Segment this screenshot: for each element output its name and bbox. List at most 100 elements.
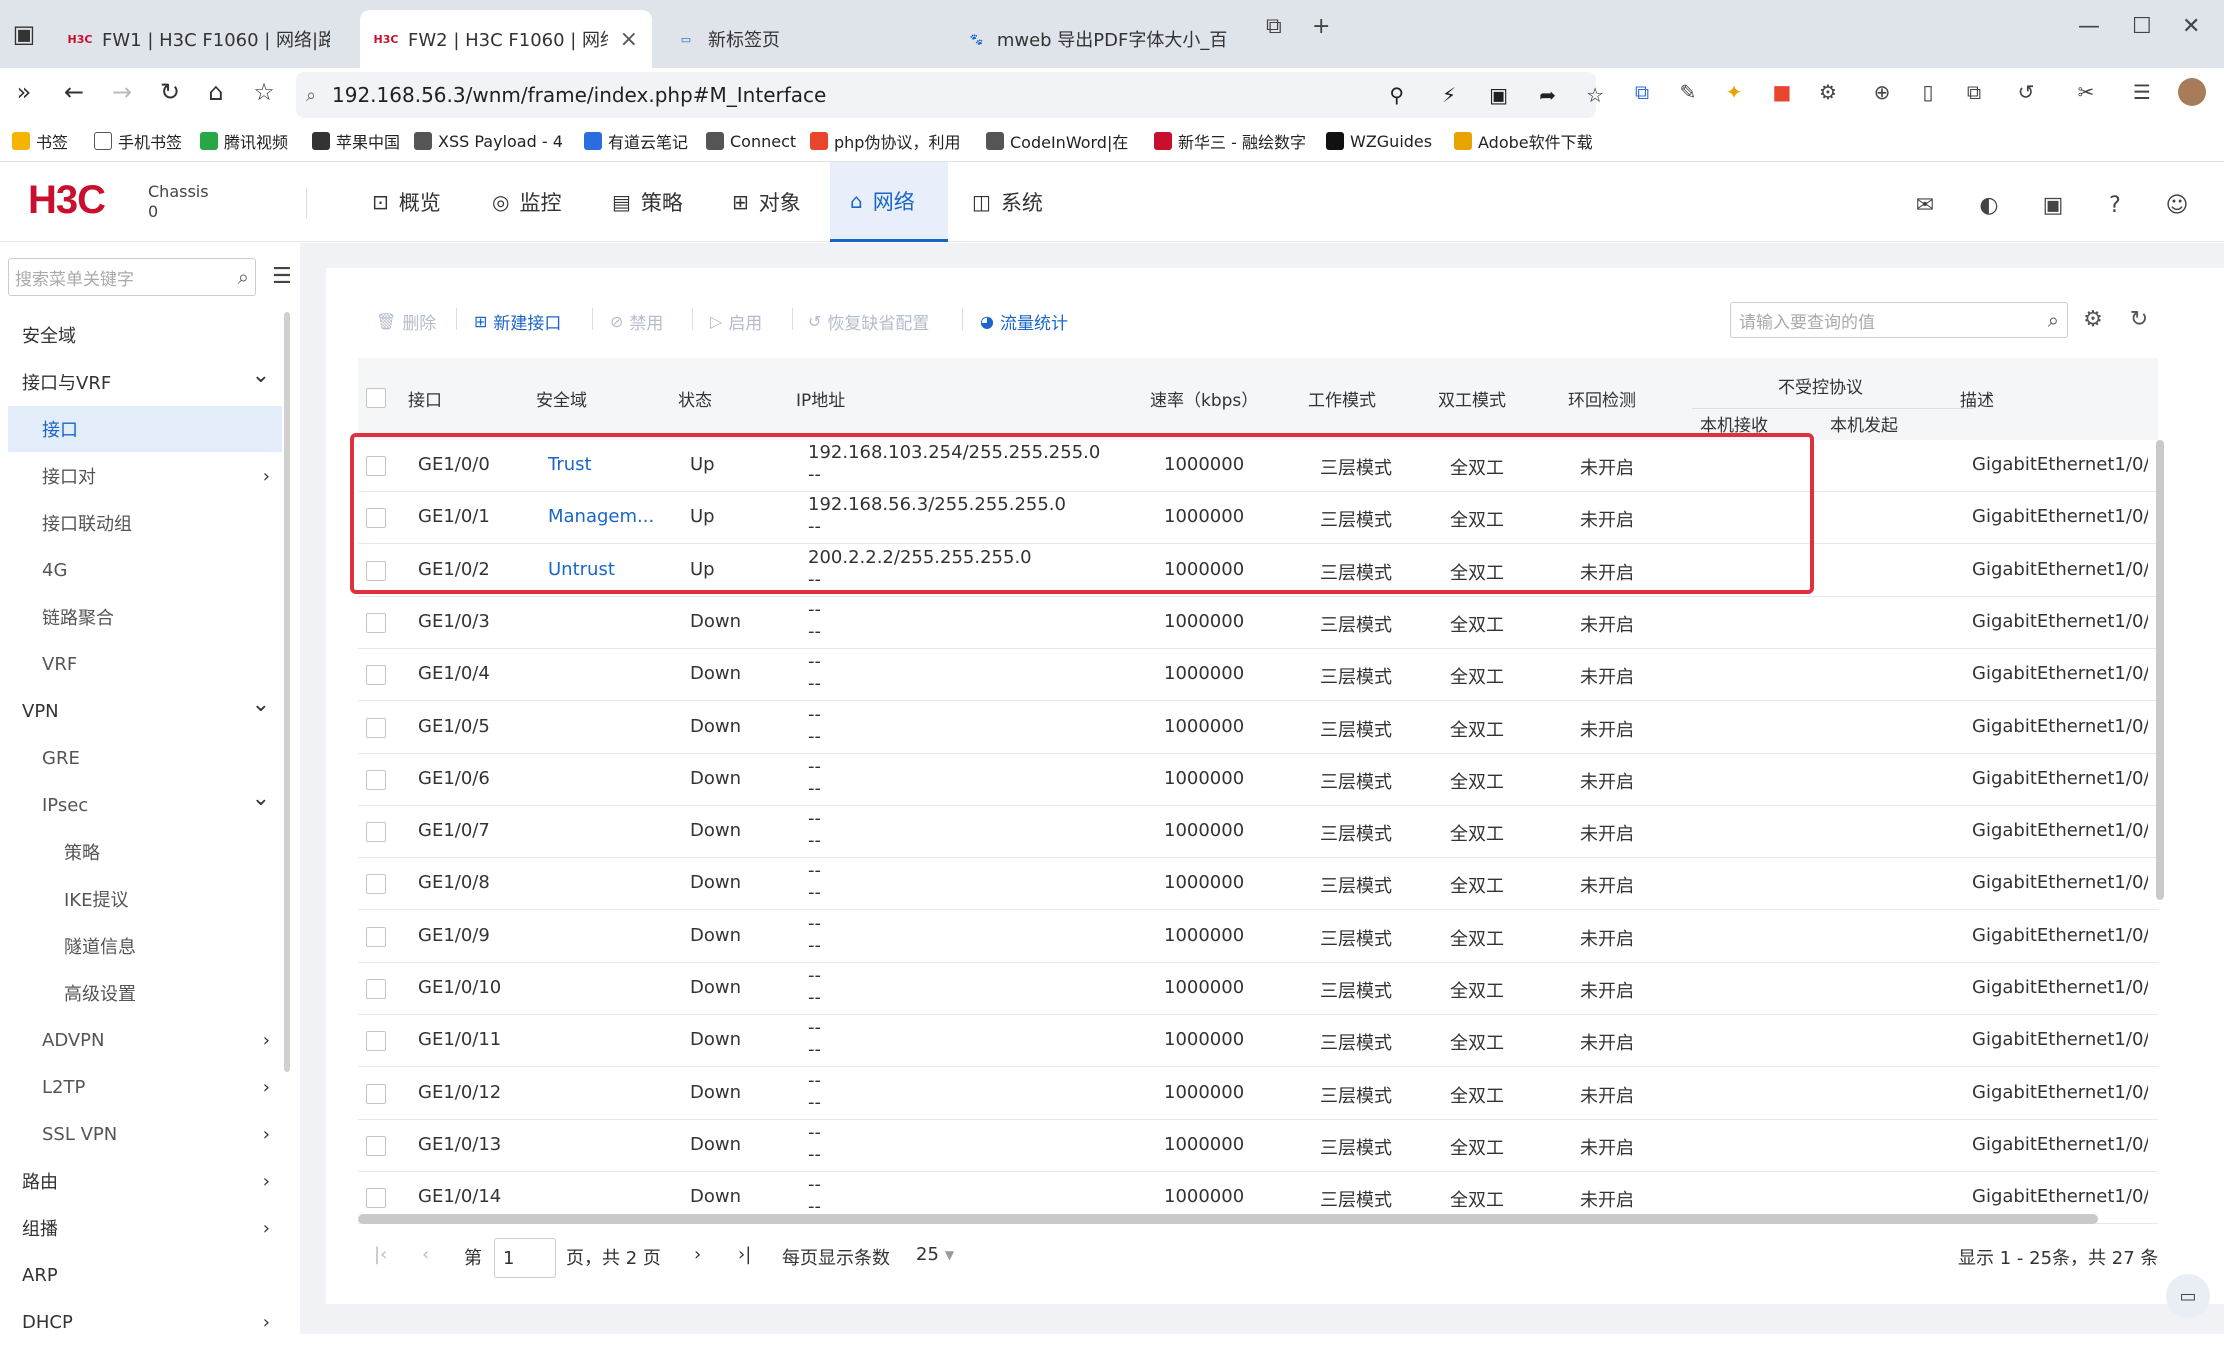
favorite-star-icon[interactable]: ☆ (244, 72, 284, 112)
pdf-icon[interactable]: ■ (1764, 74, 1800, 110)
last-page-icon[interactable]: ›| (738, 1244, 751, 1265)
page-number-input[interactable]: 1 (494, 1238, 556, 1278)
refresh-icon[interactable]: ↻ (2124, 304, 2154, 334)
table-row[interactable]: GE1/0/8 Down 1000000 三层模式 全双工 未开启 GigabitEther… (358, 858, 2158, 911)
close-tab-icon[interactable]: × (620, 27, 638, 52)
bookmark-item[interactable]: 苹果中国 (312, 126, 400, 156)
back-icon[interactable]: ← (54, 72, 94, 112)
row-checkbox[interactable] (366, 1031, 386, 1052)
reload-icon[interactable]: ↻ (150, 72, 190, 112)
sidebar-item[interactable]: ADVPN › (8, 1017, 282, 1063)
star-extension-icon[interactable]: ✦ (1716, 74, 1752, 110)
restore-default-button[interactable]: ↺ 恢复缺省配置 (808, 306, 929, 336)
tab-fw2[interactable]: H3C FW2 | H3C F1060 | 网络|接口 × (360, 10, 652, 68)
row-checkbox[interactable] (366, 926, 386, 947)
sidebar-item[interactable]: 链路聚合 (8, 594, 282, 640)
address-bar[interactable]: ⌕ 192.168.56.3/wnm/frame/index.php#M_Int… (296, 72, 1604, 118)
puzzle-icon[interactable]: ⚙ (1810, 74, 1846, 110)
row-checkbox[interactable] (366, 1135, 386, 1156)
sidebar-item[interactable]: 安全域 (8, 312, 282, 358)
help-icon[interactable]: ? (2098, 188, 2132, 222)
sidebar-item[interactable]: 4G (8, 547, 282, 593)
sidebar-toggle-icon[interactable]: » (4, 72, 44, 112)
sidebar-item[interactable]: 接口与VRF ⌄ (8, 359, 282, 405)
sidebar-scrollbar[interactable] (284, 312, 290, 1072)
table-row[interactable]: GE1/0/6 Down 1000000 三层模式 全双工 未开启 GigabitEther… (358, 754, 2158, 806)
save-icon[interactable]: ▣ (2036, 188, 2070, 222)
col-description[interactable]: 描述 (1960, 386, 1994, 411)
table-row[interactable]: GE1/0/9 Down 1000000 三层模式 全双工 未开启 GigabitEther… (358, 911, 2158, 963)
col-local-send[interactable]: 本机发起 (1830, 411, 1898, 436)
col-zone[interactable]: 安全域 (536, 386, 587, 411)
user-icon[interactable]: ☺ (2160, 188, 2194, 222)
traffic-stats-button[interactable]: ◕ 流量统计 (980, 306, 1068, 336)
row-checkbox[interactable] (366, 874, 386, 895)
row-checkbox[interactable] (366, 822, 386, 843)
new-interface-button[interactable]: ⊞ 新建接口 (474, 306, 561, 336)
bookmark-item[interactable]: WZGuides (1326, 126, 1432, 156)
prev-page-icon[interactable]: ‹ (422, 1244, 429, 1265)
bookmark-star-icon[interactable]: ☆ (1586, 83, 1604, 107)
disable-button[interactable]: ⊘ 禁用 (610, 306, 663, 336)
tab-actions-icon[interactable]: ▣ (4, 14, 44, 54)
download-icon[interactable]: ⊕ (1864, 74, 1900, 110)
col-status[interactable]: 状态 (678, 386, 712, 411)
chevron-down-icon[interactable]: ⌄ (252, 786, 270, 811)
maximize-icon[interactable]: ☐ (2132, 14, 2152, 39)
enable-button[interactable]: ▷ 启用 (710, 306, 762, 336)
table-row[interactable]: GE1/0/11 Down 1000000 三层模式 全双工 未开启 GigabitEthe… (358, 1015, 2158, 1068)
chevron-right-icon[interactable]: › (263, 1077, 270, 1098)
nav-object[interactable]: ⊞ 对象 (712, 162, 821, 242)
col-rate[interactable]: 速率（kbps） (1150, 386, 1258, 411)
bookmark-item[interactable]: php伪协议，利用 (810, 126, 960, 156)
chevron-right-icon[interactable]: › (263, 1171, 270, 1192)
tab-fw1[interactable]: H3C FW1 | H3C F1060 | 网络|路由|静态 (54, 10, 344, 68)
sidebar-item[interactable]: IPsec ⌄ (8, 782, 282, 828)
col-loop-detect[interactable]: 环回检测 (1568, 386, 1636, 411)
bookmark-item[interactable]: 手机书签 (94, 126, 182, 156)
sidebar-item[interactable]: 路由 › (8, 1158, 282, 1204)
table-vertical-scrollbar[interactable] (2156, 440, 2164, 900)
tab-baidu[interactable]: 🐾 mweb 导出PDF字体大小_百度搜 (952, 10, 1242, 68)
table-row[interactable]: GE1/0/4 Down 1000000 三层模式 全双工 未开启 GigabitEther… (358, 649, 2158, 702)
bookmark-item[interactable]: 有道云笔记 (584, 126, 688, 156)
tab-new[interactable]: ▭ 新标签页 (660, 10, 940, 68)
delete-button[interactable]: 🗑 删除 (376, 306, 436, 336)
col-duplex[interactable]: 双工模式 (1438, 386, 1506, 411)
table-row[interactable]: GE1/0/5 Down 1000000 三层模式 全双工 未开启 GigabitEther… (358, 702, 2158, 754)
nav-policy[interactable]: ▤ 策略 (592, 162, 703, 242)
terminal-icon[interactable]: ▭ (2166, 1274, 2210, 1318)
sidebar-item[interactable]: 高级设置 (8, 970, 282, 1016)
chevron-down-icon[interactable]: ⌄ (252, 692, 270, 717)
row-checkbox[interactable] (366, 717, 386, 738)
sidebar-item[interactable]: 接口对 › (8, 453, 282, 499)
home-icon[interactable]: ⌂ (196, 72, 236, 112)
pen-icon[interactable]: ✎ (1670, 74, 1706, 110)
sidebar-item[interactable]: L2TP › (8, 1064, 282, 1110)
select-all-checkbox[interactable] (366, 388, 386, 408)
bookmark-item[interactable]: CodeInWord|在 (986, 126, 1128, 156)
sidebar-item[interactable]: GRE (8, 735, 282, 781)
row-checkbox[interactable] (366, 1188, 386, 1209)
search-icon[interactable]: ⌕ (238, 265, 249, 289)
lightning-icon[interactable]: ⚡ (1442, 83, 1456, 107)
first-page-icon[interactable]: |‹ (374, 1244, 387, 1265)
chevron-right-icon[interactable]: › (263, 1312, 270, 1333)
inbox-icon[interactable]: ✉ (1908, 188, 1942, 222)
row-checkbox[interactable] (366, 612, 386, 633)
bookmark-item[interactable]: Adobe软件下载 (1454, 126, 1593, 156)
per-page-select[interactable]: 25 ▼ (916, 1244, 954, 1265)
tab-group-icon[interactable]: ⧉ (1266, 14, 1282, 39)
phone-icon[interactable]: ▯ (1910, 74, 1946, 110)
scissors-icon[interactable]: ✂ (2068, 74, 2104, 110)
bookmark-item[interactable]: Connect (706, 126, 796, 156)
bookmark-item[interactable]: XSS Payload - 4 (414, 126, 563, 156)
settings-gear-icon[interactable]: ⚙ (2078, 304, 2108, 334)
forward-icon[interactable]: → (102, 72, 142, 112)
menu-icon[interactable]: ☰ (2124, 74, 2160, 110)
table-horizontal-scrollbar[interactable] (358, 1214, 2098, 1224)
table-row[interactable]: GE1/0/12 Down 1000000 三层模式 全双工 未开启 GigabitEthe… (358, 1068, 2158, 1120)
collapse-menu-icon[interactable]: ☰ (272, 264, 292, 289)
copy-icon[interactable]: ⧉ (1956, 74, 1992, 110)
nav-system[interactable]: ◫ 系统 (952, 162, 1063, 242)
